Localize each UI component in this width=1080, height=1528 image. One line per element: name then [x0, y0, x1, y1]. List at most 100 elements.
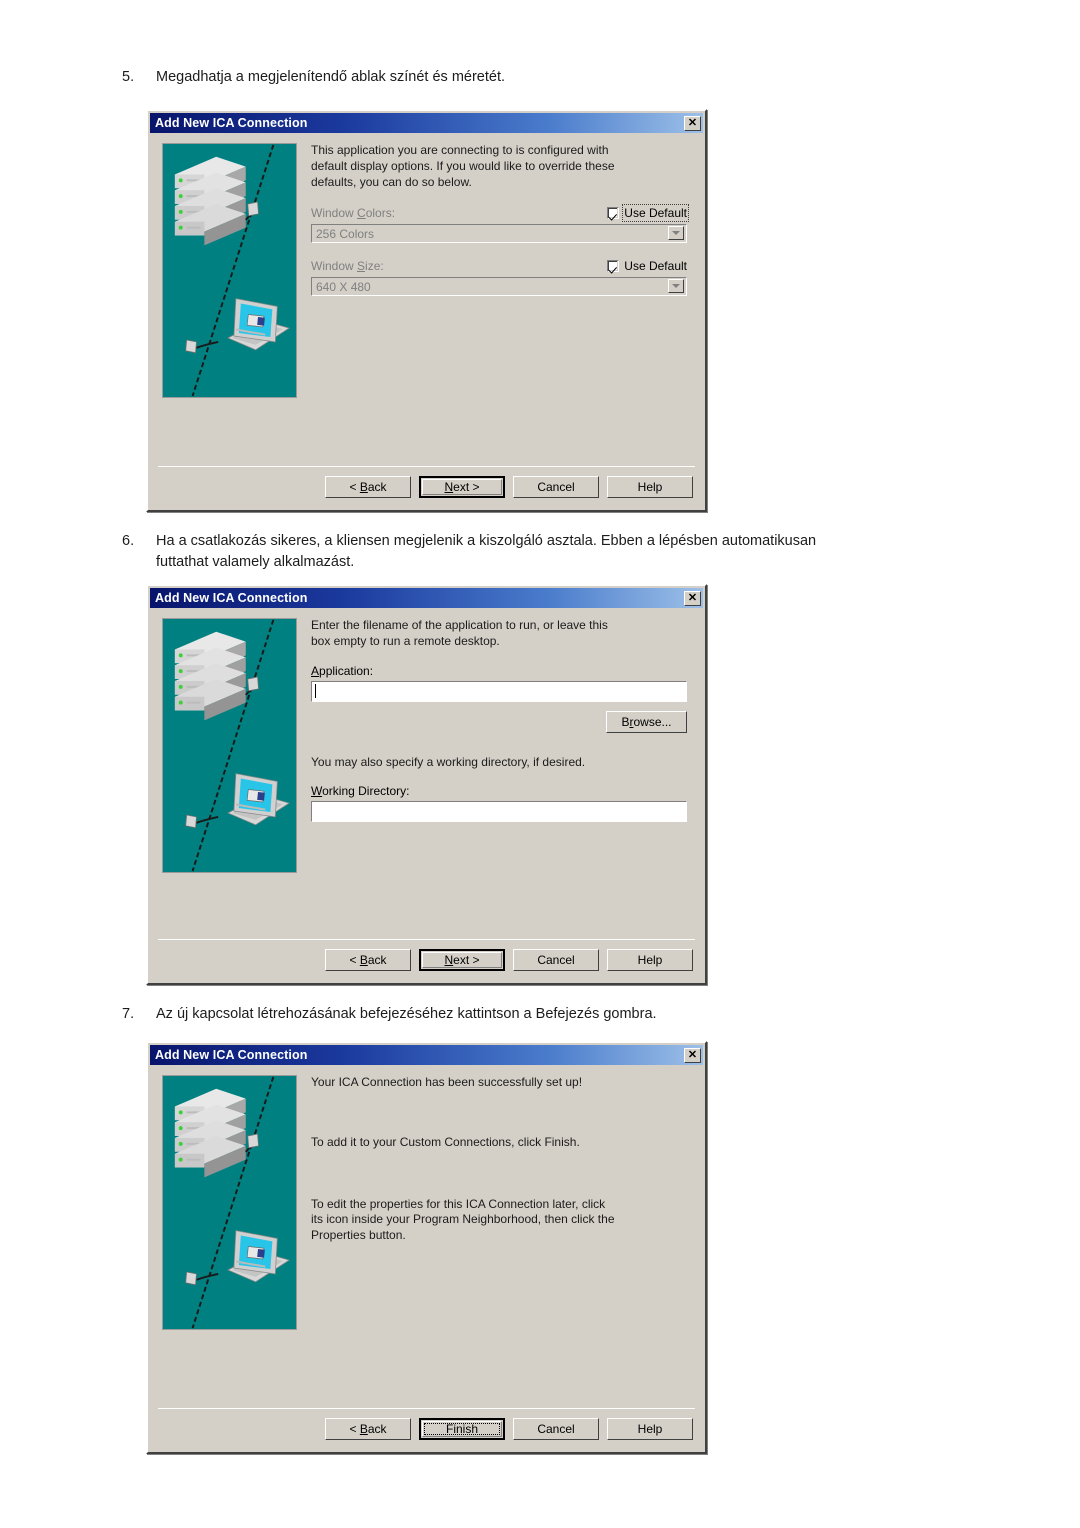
finish-message-custom-connections: To add it to your Custom Connections, cl… [311, 1134, 580, 1149]
window-colors-value: 256 Colors [316, 226, 375, 241]
btn-post: ack [367, 480, 387, 494]
btn-accesskey: B [359, 1422, 368, 1436]
step-6-number: 6. [122, 533, 135, 549]
label-pre: Window [311, 206, 358, 221]
chevron-down-icon[interactable] [668, 226, 684, 241]
step-7-text: Az új kapcsolat létrehozásának befejezés… [156, 1006, 657, 1022]
btn-label: Finish [445, 1422, 478, 1436]
checkbox-label: Use Default [622, 204, 689, 223]
btn-post: ext > [453, 480, 480, 494]
btn-label: Cancel [537, 480, 575, 494]
help-button[interactable]: Help [607, 476, 693, 498]
btn-pre: B [621, 714, 630, 729]
btn-label: Cancel [537, 953, 575, 967]
btn-pre: < [349, 953, 360, 967]
working-directory-label: Working Directory: [311, 784, 687, 798]
dialog-footer: < Back Finish Cancel Help [148, 1409, 705, 1452]
step-6: 6. Ha a csatlakozás sikeres, a kliensen … [122, 531, 856, 573]
window-size-label: Window Size: [311, 259, 607, 273]
label-accesskey: S [357, 259, 366, 274]
back-button[interactable]: < Back [325, 476, 411, 498]
window-colors-dropdown[interactable]: 256 Colors [311, 224, 687, 244]
label-post: pplication: [319, 663, 374, 678]
window-colors-row: Window Colors: Use Default [311, 204, 689, 223]
titlebar[interactable]: Add New ICA Connection ✕ [150, 113, 703, 133]
network-illustration [162, 618, 297, 873]
application-input[interactable] [311, 680, 687, 702]
help-button[interactable]: Help [607, 949, 693, 971]
btn-post: ack [367, 1422, 387, 1436]
btn-post: owse... [633, 714, 672, 729]
btn-post: ack [367, 953, 387, 967]
network-illustration [162, 1075, 297, 1330]
dialog-finish[interactable]: Add New ICA Connection ✕ Your ICA Connec… [146, 1041, 707, 1454]
titlebar[interactable]: Add New ICA Connection ✕ [150, 588, 703, 608]
label-post: orking Directory: [322, 784, 410, 799]
text-caret [315, 684, 316, 699]
btn-post: ext > [453, 953, 480, 967]
finish-message-success: Your ICA Connection has been successfull… [311, 1075, 583, 1089]
close-icon[interactable]: ✕ [684, 1047, 701, 1063]
browse-button[interactable]: Br owse... [606, 710, 687, 733]
dialog-footer: < Back Next > Cancel Help [148, 467, 705, 510]
next-button[interactable]: Next > [419, 476, 505, 498]
network-illustration [162, 143, 297, 398]
browse-row: Br owse... [311, 710, 687, 733]
checkbox-label: Use Default [624, 259, 687, 274]
dialog-body-text: This application you are connecting to i… [311, 143, 615, 189]
cancel-button[interactable]: Cancel [513, 476, 599, 498]
chevron-down-icon[interactable] [668, 279, 684, 294]
checkbox-box[interactable] [607, 260, 620, 273]
step-7-number: 7. [122, 1006, 135, 1022]
working-directory-input[interactable] [311, 801, 687, 823]
window-size-use-default-checkbox[interactable]: Use Default [607, 259, 687, 273]
btn-accesskey: N [444, 480, 454, 494]
step-7: 7. Az új kapcsolat létrehozásának befeje… [122, 1004, 657, 1025]
back-button[interactable]: < Back [325, 1418, 411, 1440]
btn-pre: < [349, 480, 360, 494]
window-colors-use-default-checkbox[interactable]: Use Default [607, 204, 689, 223]
btn-label: Cancel [537, 1422, 575, 1436]
help-button[interactable]: Help [607, 1418, 693, 1440]
window-colors-label: Window Colors: [311, 206, 607, 220]
cancel-button[interactable]: Cancel [513, 1418, 599, 1440]
btn-label: Help [637, 480, 663, 494]
close-icon[interactable]: ✕ [684, 590, 701, 606]
step-5-text: Megadhatja a megjelenítendő ablak színét… [156, 69, 506, 85]
window-title: Add New ICA Connection [155, 591, 308, 605]
dialog-footer: < Back Next > Cancel Help [148, 940, 705, 983]
checkbox-box[interactable] [607, 207, 620, 220]
label-post: olors: [365, 206, 396, 221]
label-post: ize: [365, 259, 384, 274]
window-title: Add New ICA Connection [155, 1048, 308, 1062]
back-button[interactable]: < Back [325, 949, 411, 971]
label-accesskey: W [311, 784, 323, 799]
btn-accesskey: N [444, 953, 454, 967]
working-directory-note: You may also specify a working directory… [311, 754, 586, 769]
window-size-row: Window Size: Use Default [311, 259, 687, 273]
btn-accesskey: B [359, 480, 368, 494]
finish-message-properties: To edit the properties for this ICA Conn… [311, 1196, 615, 1243]
close-icon[interactable]: ✕ [684, 115, 701, 131]
window-size-dropdown[interactable]: 640 X 480 [311, 277, 687, 297]
btn-pre: < [349, 1422, 360, 1436]
window-title: Add New ICA Connection [155, 116, 308, 130]
btn-label: Help [637, 1422, 663, 1436]
btn-accesskey: B [359, 953, 368, 967]
label-pre: Window [311, 259, 358, 274]
dialog-body-text: Enter the filename of the application to… [311, 618, 608, 648]
application-label: Application: [311, 664, 687, 678]
window-size-value: 640 X 480 [316, 279, 371, 294]
dialog-application-settings[interactable]: Add New ICA Connection ✕ Enter the filen… [146, 584, 707, 985]
finish-button[interactable]: Finish [419, 1418, 505, 1440]
next-button[interactable]: Next > [419, 949, 505, 971]
step-5-number: 5. [122, 69, 135, 85]
btn-label: Help [637, 953, 663, 967]
titlebar[interactable]: Add New ICA Connection ✕ [150, 1045, 703, 1065]
cancel-button[interactable]: Cancel [513, 949, 599, 971]
step-6-text: Ha a csatlakozás sikeres, a kliensen meg… [156, 533, 817, 571]
label-accesskey: C [357, 206, 366, 221]
dialog-display-options[interactable]: Add New ICA Connection ✕ This applicatio… [146, 109, 707, 512]
label-accesskey: A [311, 663, 320, 678]
step-5: 5. Megadhatja a megjelenítendő ablak szí… [122, 67, 505, 88]
